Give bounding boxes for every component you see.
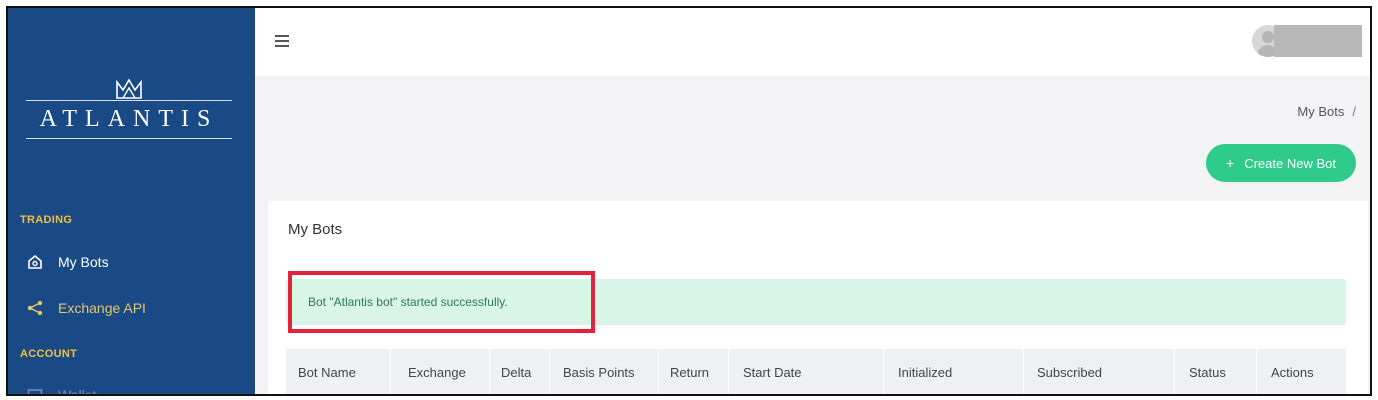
bots-card: My Bots Bot "Atlantis bot" started succe… [268,201,1368,394]
column-header-exchange[interactable]: Exchange [408,365,466,380]
sidebar-item-label: My Bots [58,254,109,270]
section-title-trading: TRADING [20,214,73,226]
crown-icon [116,78,142,99]
sidebar-item-my-bots[interactable]: My Bots [26,251,109,273]
wallet-icon [26,386,44,394]
breadcrumb: My Bots / [1297,104,1356,119]
column-header-delta[interactable]: Delta [501,365,531,380]
table-header: Bot Name Exchange Delta Basis Points Ret… [286,349,1346,394]
column-header-status[interactable]: Status [1189,365,1226,380]
breadcrumb-separator: / [1352,104,1356,119]
share-icon [26,299,44,317]
column-header-actions[interactable]: Actions [1271,365,1314,380]
brand-logo[interactable]: ATLANTIS [26,78,232,148]
card-title: My Bots [288,221,343,238]
create-new-bot-button[interactable]: + Create New Bot [1206,144,1356,182]
sidebar-item-label: Exchange API [58,300,146,316]
annotation-highlight-box [288,271,595,333]
user-name-redacted[interactable] [1274,25,1362,57]
column-header-start-date[interactable]: Start Date [743,365,802,380]
breadcrumb-current[interactable]: My Bots [1297,104,1344,119]
sidebar: ATLANTIS TRADING My Bots Exchange API AC… [8,8,255,394]
column-header-return[interactable]: Return [670,365,709,380]
top-bar [255,8,1370,76]
column-header-subscribed[interactable]: Subscribed [1037,365,1102,380]
home-icon [26,253,44,271]
column-header-bot-name[interactable]: Bot Name [298,365,356,380]
create-new-bot-label: Create New Bot [1244,155,1336,171]
plus-icon: + [1226,155,1235,171]
menu-icon[interactable] [275,35,289,47]
sidebar-item-label: Wallet [58,387,97,396]
sidebar-item-wallet[interactable]: Wallet [26,384,97,396]
logo-divider-bottom [26,138,232,139]
column-header-initialized[interactable]: Initialized [898,365,952,380]
column-header-basis-points[interactable]: Basis Points [563,365,635,380]
sidebar-item-exchange-api[interactable]: Exchange API [26,297,146,319]
app-window: ATLANTIS TRADING My Bots Exchange API AC… [6,6,1372,396]
section-title-account: ACCOUNT [20,348,78,360]
logo-divider-top [26,100,232,101]
brand-name: ATLANTIS [39,106,219,132]
